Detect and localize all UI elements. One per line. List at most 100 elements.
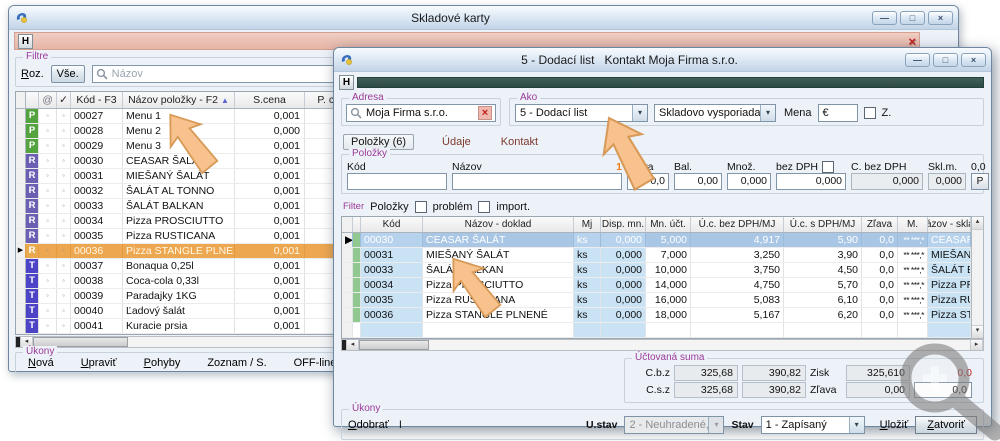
chevron-down-icon[interactable]: ▾ [849, 417, 864, 433]
red-x-close-filter-button[interactable]: × [908, 35, 916, 48]
vse-button[interactable]: Vše. [51, 65, 85, 83]
row-selector [16, 259, 26, 273]
row-selector [342, 263, 353, 277]
ako-select[interactable]: 5 - Dodací list ▾ [515, 104, 648, 122]
nazov-doklad-column-header[interactable]: Názov - doklad [423, 217, 574, 232]
action-upravi-[interactable]: Upraviť [81, 357, 117, 369]
ulozit-link[interactable]: Uložiť [880, 419, 909, 431]
scroll-down-button[interactable]: ▾ [972, 325, 983, 338]
cell-nazov-sklad: Pizza STANGLE PLNENÉ [928, 308, 971, 322]
action-off-line[interactable]: OFF-line [294, 357, 337, 369]
check-column-header: ✓ [57, 92, 71, 108]
nazov-sklad-column-header[interactable]: Názov - sklad [928, 217, 971, 232]
kod-column-header[interactable]: Kód - F3 [71, 92, 123, 108]
disp-mn-column-header[interactable]: Disp. mn. [601, 217, 646, 232]
field-input[interactable]: 0,000 [776, 173, 846, 190]
zlava-input[interactable]: 0,0 [914, 382, 972, 398]
maximize-button[interactable]: □ [900, 11, 925, 25]
kod-column-header[interactable]: Kód [361, 217, 423, 232]
z-checkbox[interactable] [864, 107, 876, 119]
scroll-left-button[interactable]: ◂ [346, 340, 359, 350]
cell-scena: 0,001 [235, 289, 305, 303]
import-checkbox[interactable] [478, 201, 490, 213]
vertical-scrollbar[interactable]: ▴ ▾ [971, 216, 984, 339]
cell-disp-mn: 0,000 [601, 233, 646, 247]
cell-kod: 00030 [71, 154, 123, 168]
m-column-header[interactable]: M. [898, 217, 928, 232]
ako-selected-value: 5 - Dodací list [516, 105, 632, 121]
field-input[interactable]: 0,0 [627, 173, 669, 190]
mj-column-header[interactable]: Mj [574, 217, 601, 232]
adresa-value: Moja Firma s.r.o. [366, 107, 474, 119]
action-pohyby[interactable]: Pohyby [144, 357, 181, 369]
scroll-up-button[interactable]: ▴ [972, 217, 983, 230]
scrollbar-track[interactable] [972, 230, 983, 325]
field-input[interactable]: 0,000 [727, 173, 771, 190]
cell-mj [574, 323, 601, 337]
chevron-down-icon[interactable]: ▾ [632, 105, 647, 121]
bez-dph-checkbox[interactable] [822, 161, 834, 173]
close-button[interactable]: × [961, 53, 986, 67]
type-badge: R [26, 199, 39, 213]
field-k-d: Kód [347, 161, 447, 190]
delivery-item-row[interactable]: 00036Pizza STANGLE PLNENÉks0,00018,0005,… [342, 308, 971, 323]
vysporiadanie-select[interactable]: Skladovo vysporiadať ▾ [654, 104, 776, 122]
cell-uc-s-dph: 3,90 [784, 248, 862, 262]
tab--daje[interactable]: Údaje [440, 135, 473, 149]
stav-selected-value: 1 - Zapísaný [762, 417, 849, 433]
field-input[interactable] [347, 173, 447, 190]
action-zoznam-s-[interactable]: Zoznam / S. [207, 357, 266, 369]
scena-column-header[interactable]: S.cena [235, 92, 305, 108]
clear-adresa-button[interactable]: × [478, 106, 492, 120]
zatvorit-button[interactable]: Zatvoriť [915, 416, 977, 434]
uc-s-dph-column-header[interactable]: Ú.c. s DPH/MJ [784, 217, 862, 232]
chevron-down-icon[interactable]: ▾ [760, 105, 775, 121]
cell-scena: 0,001 [235, 214, 305, 228]
maximize-button[interactable]: □ [933, 53, 958, 67]
tab-kontakt[interactable]: Kontakt [499, 135, 540, 149]
type-badge: P [26, 139, 39, 153]
right-horizontal-scrollbar[interactable]: ◂ ▸ [341, 339, 984, 351]
type-badge: T [26, 259, 39, 273]
search-icon [350, 107, 362, 119]
delivery-item-row[interactable]: 00034Pizza PROSCIUTTOks0,00014,0004,7505… [342, 278, 971, 293]
scroll-right-button[interactable]: ▸ [970, 340, 983, 350]
nazov-column-header[interactable]: Názov položky - F2▲ [123, 92, 235, 108]
field-input[interactable] [452, 173, 622, 190]
cell-kod: 00031 [361, 248, 423, 262]
minimize-button[interactable]: — [872, 11, 897, 25]
delivery-item-row[interactable]: 00035Pizza RUSTICANAks0,00016,0005,0836,… [342, 293, 971, 308]
scrollbar-thumb[interactable] [359, 340, 429, 350]
zlava-column-header[interactable]: Zľava [862, 217, 898, 232]
field-label: C. bez DPH [851, 161, 906, 173]
titlebar[interactable]: 5 - Dodací list Kontakt Moja Firma s.r.o… [334, 48, 991, 72]
field-input[interactable]: 0,00 [674, 173, 722, 190]
field-mno-: Množ.0,000 [727, 161, 771, 190]
delivery-item-row[interactable]: 00031MIEŠANÝ ŠALÁTks0,0007,0003,2503,900… [342, 248, 971, 263]
mena-input[interactable]: € [818, 104, 858, 122]
h-button[interactable]: H [18, 34, 33, 49]
delivery-item-row[interactable]: ▶00030CEASAR ŠALÁTks0,0005,0004,9175,900… [342, 233, 971, 248]
cell-zlava: 0,0 [862, 278, 898, 292]
adresa-input[interactable]: Moja Firma s.r.o. × [346, 104, 496, 122]
titlebar[interactable]: Skladové karty — □ × [9, 6, 958, 30]
cell-nazov-sklad: Pizza PROSCIUTTO [928, 278, 971, 292]
close-button[interactable]: × [928, 11, 953, 25]
mn-uct-column-header[interactable]: Mn. účt. [646, 217, 691, 232]
cell-m: ** ***,* [898, 293, 928, 307]
action-nov-[interactable]: Nová [28, 357, 54, 369]
type-badge: P [26, 109, 39, 123]
problem-checkbox[interactable] [415, 201, 427, 213]
h-button[interactable]: H [339, 75, 354, 90]
scrollbar-track[interactable] [429, 340, 970, 350]
field-input[interactable]: 0,000 [851, 173, 923, 190]
p-button[interactable]: P [971, 173, 989, 190]
roz-link[interactable]: Roz. [21, 68, 44, 80]
delivery-item-row[interactable]: 00033ŠALÁT BALKANks0,00010,0003,7504,500… [342, 263, 971, 278]
minimize-button[interactable]: — [905, 53, 930, 67]
uc-bez-dph-column-header[interactable]: Ú.c. bez DPH/MJ [691, 217, 784, 232]
odobrat-link[interactable]: Odobrať [348, 419, 389, 431]
field-input[interactable]: 0,000 [928, 173, 966, 190]
check-dot: ◦ [57, 169, 71, 183]
stav-select[interactable]: 1 - Zapísaný ▾ [761, 416, 865, 434]
